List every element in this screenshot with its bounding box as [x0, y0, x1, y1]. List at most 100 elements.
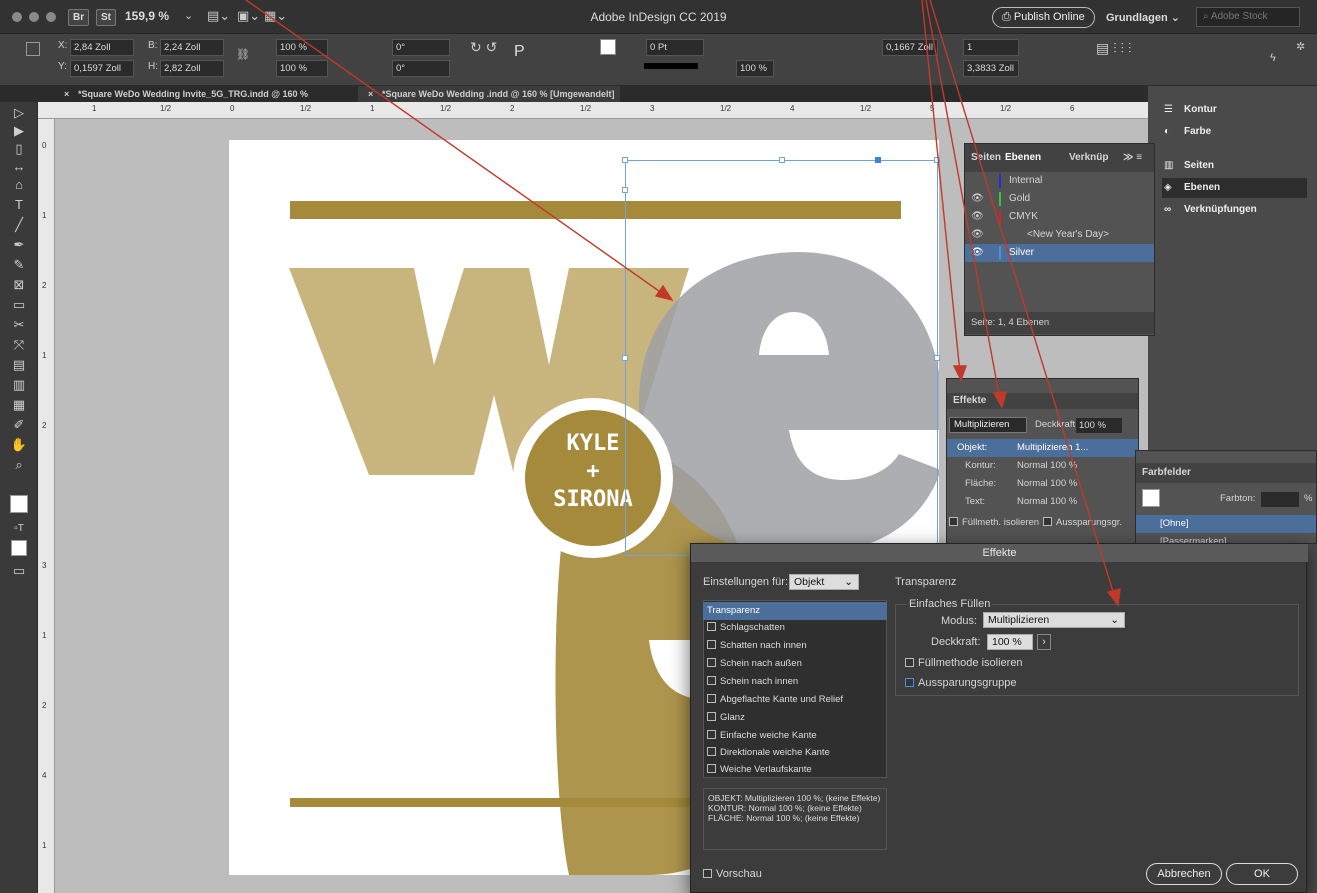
fill-swatch[interactable]	[600, 39, 616, 55]
isolate-blending-checkbox[interactable]: Füllmeth. isolieren	[949, 517, 1039, 528]
text-inset-field[interactable]: 0,1667 Zoll	[882, 39, 938, 56]
constrain-proportions-icon[interactable]: ⛓	[236, 48, 250, 61]
dock-item-farbe[interactable]: ◐ Farbe	[1162, 122, 1307, 142]
resize-handle[interactable]	[934, 355, 940, 361]
stroke-type-swatch[interactable]	[644, 63, 698, 69]
pencil-tool-icon[interactable]: ✎	[8, 258, 30, 272]
category-inner-glow[interactable]: Schein nach innen	[703, 673, 887, 691]
y-position-field[interactable]: 0,1597 Zoll	[70, 60, 134, 77]
category-bevel-emboss[interactable]: Abgeflachte Kante und Relief	[703, 691, 887, 709]
horizontal-ruler[interactable]: 1 1/2 0 1/2 1 1/2 2 1/2 3 1/2 4 1/2 5 1/…	[38, 102, 1148, 119]
columns-field[interactable]: 1	[963, 39, 1019, 56]
free-transform-tool-icon[interactable]: ⤧	[8, 338, 30, 352]
resize-handle[interactable]	[779, 157, 785, 163]
resize-handle[interactable]	[622, 355, 628, 361]
resize-handle[interactable]	[934, 157, 940, 163]
x-position-field[interactable]: 2,84 Zoll	[70, 39, 134, 56]
gutter-field[interactable]: 3,3833 Zoll	[963, 60, 1019, 77]
isolate-blending-checkbox[interactable]: Füllmethode isolieren	[905, 657, 1023, 669]
publish-online-button[interactable]: ⎙ Publish Online	[992, 7, 1095, 28]
apply-none-icon[interactable]	[11, 540, 27, 556]
tab-document-2[interactable]: × *Square WeDo Wedding .indd @ 160 % [Umg…	[358, 86, 620, 102]
rectangle-tool-icon[interactable]: ▭	[8, 298, 30, 312]
line-tool-icon[interactable]: ╱	[8, 218, 30, 232]
category-inner-shadow[interactable]: Schatten nach innen	[703, 637, 887, 655]
swatch-registration[interactable]: [Passermarken]	[1136, 533, 1316, 543]
dock-item-verknuepfungen[interactable]: ∞ Verknüpfungen	[1162, 200, 1307, 220]
settings-for-select[interactable]: Objekt ⌄	[789, 574, 859, 590]
stock-search-input[interactable]: ⌕ Adobe Stock	[1196, 7, 1300, 27]
tab-verknuepfungen[interactable]: Verknüp	[1069, 144, 1108, 172]
resize-handle[interactable]	[622, 187, 628, 193]
selection-frame[interactable]	[622, 157, 940, 556]
category-satin[interactable]: Glanz	[703, 709, 887, 727]
type-tool-icon[interactable]: T	[8, 198, 30, 212]
swatch-none[interactable]: [Ohne]	[1136, 515, 1316, 533]
workspace-switcher[interactable]: Grundlagen ⌄	[1106, 11, 1180, 24]
reference-point-icon[interactable]	[26, 42, 40, 56]
category-directional-feather[interactable]: Direktionale weiche Kante	[703, 744, 887, 762]
dock-item-seiten[interactable]: ▥ Seiten	[1162, 156, 1307, 176]
opacity-field[interactable]: 100 %	[1075, 417, 1123, 434]
category-drop-shadow[interactable]: Schlagschatten	[703, 619, 887, 637]
eyedropper-tool-icon[interactable]: ✐	[8, 418, 30, 432]
opacity-field[interactable]: 100 %	[987, 634, 1033, 650]
tab-seiten[interactable]: Seiten	[971, 144, 1001, 172]
effect-row-text[interactable]: Text: Normal 100 %	[947, 493, 1138, 511]
content-grabber[interactable]	[875, 157, 881, 163]
category-transparency[interactable]: Transparenz	[703, 602, 887, 620]
scale-y-field[interactable]: 100 %	[276, 60, 328, 77]
note-tool-icon[interactable]: ▦	[8, 398, 30, 412]
text-frame-icon[interactable]: P	[514, 43, 525, 61]
dock-item-ebenen[interactable]: ◈ Ebenen	[1162, 178, 1307, 198]
eye-icon[interactable]: 👁	[971, 226, 984, 244]
tab-document-1[interactable]: × *Square WeDo Wedding Invite_5G_TRG.indd…	[54, 86, 356, 115]
effect-row-object[interactable]: Objekt: Multiplizieren 1...	[947, 439, 1138, 457]
category-gradient-feather[interactable]: Weiche Verlaufskante	[703, 761, 887, 779]
pen-tool-icon[interactable]: ✒	[8, 238, 30, 252]
knockout-group-checkbox[interactable]: Aussparungsgruppe	[905, 677, 1016, 689]
gap-tool-icon[interactable]: ↔	[8, 160, 30, 174]
gradient-swatch-tool-icon[interactable]: ▤	[8, 358, 30, 372]
panel-menu-icon[interactable]: ≫ ≡	[1123, 144, 1142, 172]
effect-row-fill[interactable]: Fläche: Normal 100 %	[947, 475, 1138, 493]
stroke-weight-field[interactable]: 0 Pt	[646, 39, 704, 56]
close-icon[interactable]: ×	[368, 86, 373, 102]
vertical-ruler[interactable]: 0 1 2 1 2 3 1 2 4 1	[38, 119, 55, 893]
blend-mode-select[interactable]: Multiplizieren	[949, 417, 1027, 433]
scissors-tool-icon[interactable]: ✂	[8, 318, 30, 332]
fill-stroke-icon[interactable]	[10, 495, 28, 513]
rotation-field[interactable]: 0°	[392, 39, 450, 56]
ok-button[interactable]: OK	[1226, 863, 1298, 885]
layer-row[interactable]: 👁 <New Year's Day>	[965, 226, 1154, 244]
formatting-affects-icon[interactable]: ▫T	[8, 522, 30, 536]
tint-field[interactable]	[1260, 491, 1300, 508]
width-field[interactable]: 2,24 Zoll	[160, 39, 224, 56]
content-collector-icon[interactable]: ⌂	[8, 178, 30, 192]
layer-row[interactable]: 👁 Gold	[965, 190, 1154, 208]
layer-row-selected[interactable]: 👁 Silver	[965, 244, 1154, 262]
zoom-tool-icon[interactable]: ⌕	[8, 458, 30, 472]
eye-icon[interactable]: 👁	[971, 208, 984, 226]
close-icon[interactable]: ×	[64, 86, 69, 102]
screen-mode-icon[interactable]: ▭	[8, 564, 30, 578]
knockout-group-checkbox[interactable]: Aussparungsgr.	[1043, 517, 1122, 528]
gear-icon[interactable]: ✲	[1296, 40, 1305, 53]
eye-icon[interactable]: 👁	[971, 190, 984, 208]
layer-row[interactable]: 👁 CMYK	[965, 208, 1154, 226]
scale-x-field[interactable]: 100 %	[276, 39, 328, 56]
selection-tool-icon[interactable]: ▷	[8, 106, 30, 120]
dock-item-kontur[interactable]: ☰ Kontur	[1162, 100, 1307, 120]
category-basic-feather[interactable]: Einfache weiche Kante	[703, 727, 887, 745]
category-outer-glow[interactable]: Schein nach außen	[703, 655, 887, 673]
direct-selection-tool-icon[interactable]: ▶	[8, 124, 30, 138]
lightning-icon[interactable]: ϟ	[1270, 52, 1276, 64]
page-tool-icon[interactable]: ▯	[8, 142, 30, 156]
layer-row[interactable]: Internal	[965, 172, 1154, 190]
resize-handle[interactable]	[622, 157, 628, 163]
height-field[interactable]: 2,82 Zoll	[160, 60, 224, 77]
hand-tool-icon[interactable]: ✋	[8, 438, 30, 452]
tab-ebenen[interactable]: Ebenen	[1005, 144, 1041, 172]
opacity-field[interactable]: 100 %	[736, 60, 774, 77]
eye-icon[interactable]: 👁	[971, 244, 984, 262]
